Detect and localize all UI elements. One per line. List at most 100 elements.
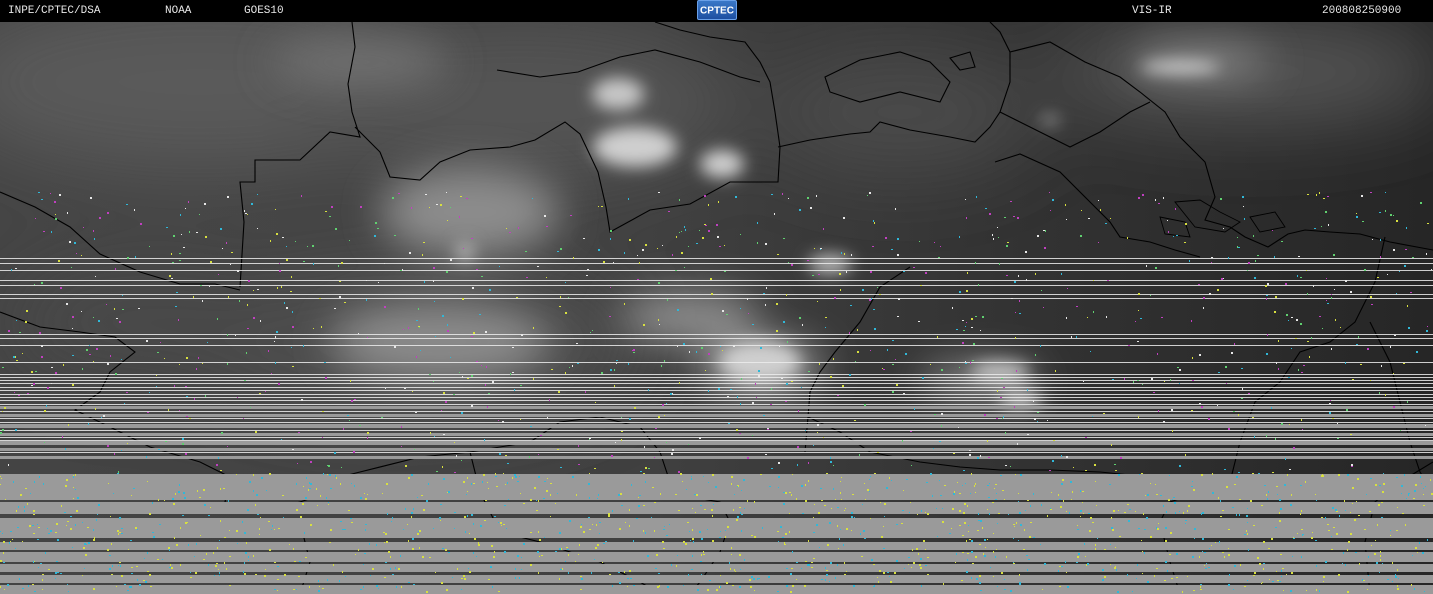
- noise-pixel: [704, 509, 706, 510]
- noise-pixel: [846, 271, 847, 273]
- noise-pixel: [463, 575, 465, 577]
- noise-pixel: [1415, 547, 1417, 549]
- noise-pixel: [657, 586, 659, 588]
- noise-pixel: [1017, 217, 1019, 219]
- noise-pixel: [677, 346, 678, 347]
- noise-pixel: [206, 553, 207, 555]
- noise-pixel: [12, 539, 13, 540]
- noise-pixel: [791, 264, 793, 266]
- noise-pixel: [1204, 552, 1206, 553]
- noise-pixel: [1272, 581, 1274, 582]
- noise-pixel: [335, 228, 337, 230]
- noise-pixel: [718, 201, 719, 203]
- noise-pixel: [1253, 235, 1254, 237]
- noise-pixel: [1380, 239, 1381, 241]
- noise-pixel: [820, 248, 822, 249]
- noise-pixel: [778, 462, 780, 464]
- noise-pixel: [624, 252, 625, 254]
- noise-pixel: [445, 549, 447, 551]
- noise-pixel: [1047, 515, 1048, 517]
- noise-pixel: [386, 541, 388, 543]
- noise-pixel: [1018, 493, 1019, 494]
- noise-pixel: [971, 473, 972, 475]
- noise-pixel: [830, 376, 832, 378]
- noise-pixel: [1141, 540, 1142, 541]
- noise-pixel: [319, 298, 321, 299]
- noise-pixel: [1393, 215, 1394, 216]
- noise-pixel: [585, 391, 586, 393]
- noise-pixel: [363, 564, 364, 565]
- noise-pixel: [749, 579, 751, 581]
- noise-pixel: [867, 195, 868, 196]
- noise-pixel: [147, 481, 148, 482]
- noise-pixel: [537, 551, 539, 553]
- noise-pixel: [149, 513, 151, 515]
- noise-pixel: [1403, 363, 1405, 364]
- noise-pixel: [1222, 510, 1224, 511]
- noise-pixel: [1093, 280, 1094, 281]
- noise-pixel: [1332, 418, 1334, 419]
- noise-pixel: [982, 316, 984, 318]
- noise-pixel: [182, 443, 184, 445]
- noise-pixel: [624, 571, 625, 573]
- noise-pixel: [54, 201, 56, 203]
- noise-pixel: [1425, 425, 1426, 426]
- noise-pixel: [862, 289, 864, 291]
- noise-pixel: [1257, 255, 1259, 256]
- noise-pixel: [326, 497, 327, 499]
- noise-pixel: [133, 488, 135, 489]
- noise-pixel: [558, 449, 559, 450]
- noise-pixel: [343, 428, 344, 430]
- noise-pixel: [912, 549, 913, 551]
- noise-pixel: [107, 445, 109, 447]
- noise-pixel: [468, 568, 469, 569]
- noise-pixel: [1059, 566, 1061, 567]
- noise-pixel: [1354, 519, 1356, 521]
- noise-pixel: [1001, 572, 1003, 574]
- noise-pixel: [122, 309, 124, 310]
- noise-pixel: [244, 532, 246, 534]
- noise-pixel: [1173, 497, 1175, 498]
- noise-pixel: [1288, 320, 1289, 321]
- noise-pixel: [1019, 574, 1020, 576]
- noise-pixel: [276, 233, 278, 235]
- noise-pixel: [550, 494, 551, 496]
- noise-pixel: [797, 446, 799, 448]
- noise-pixel: [610, 230, 612, 232]
- noise-pixel: [1364, 269, 1366, 271]
- noise-pixel: [1371, 545, 1372, 546]
- noise-pixel: [344, 529, 346, 530]
- noise-pixel: [407, 524, 408, 525]
- noise-pixel: [987, 440, 988, 442]
- noise-pixel: [1209, 548, 1210, 549]
- noise-pixel: [1167, 570, 1168, 572]
- noise-pixel: [1370, 296, 1372, 298]
- noise-pixel: [370, 575, 371, 576]
- noise-pixel: [485, 384, 486, 386]
- noise-pixel: [643, 505, 645, 506]
- noise-pixel: [645, 244, 647, 246]
- noise-pixel: [1185, 223, 1187, 225]
- noise-pixel: [93, 361, 94, 362]
- noise-pixel: [679, 382, 680, 384]
- noise-pixel: [1278, 340, 1279, 342]
- noise-pixel: [87, 527, 89, 528]
- noise-pixel: [728, 423, 730, 424]
- noise-pixel: [541, 555, 543, 556]
- noise-pixel: [1014, 526, 1015, 527]
- noise-pixel: [612, 585, 613, 587]
- noise-pixel: [639, 495, 641, 496]
- noise-pixel: [983, 553, 984, 555]
- noise-pixel: [864, 404, 866, 406]
- noise-pixel: [610, 238, 611, 240]
- noise-pixel: [1019, 313, 1021, 314]
- noise-pixel: [194, 398, 195, 400]
- noise-pixel: [778, 541, 779, 542]
- noise-pixel: [824, 505, 826, 506]
- noise-pixel: [1142, 551, 1143, 552]
- noise-pixel: [74, 242, 76, 244]
- noise-pixel: [47, 528, 48, 529]
- noise-pixel: [1290, 504, 1292, 506]
- noise-pixel: [465, 531, 466, 533]
- noise-pixel: [117, 530, 119, 532]
